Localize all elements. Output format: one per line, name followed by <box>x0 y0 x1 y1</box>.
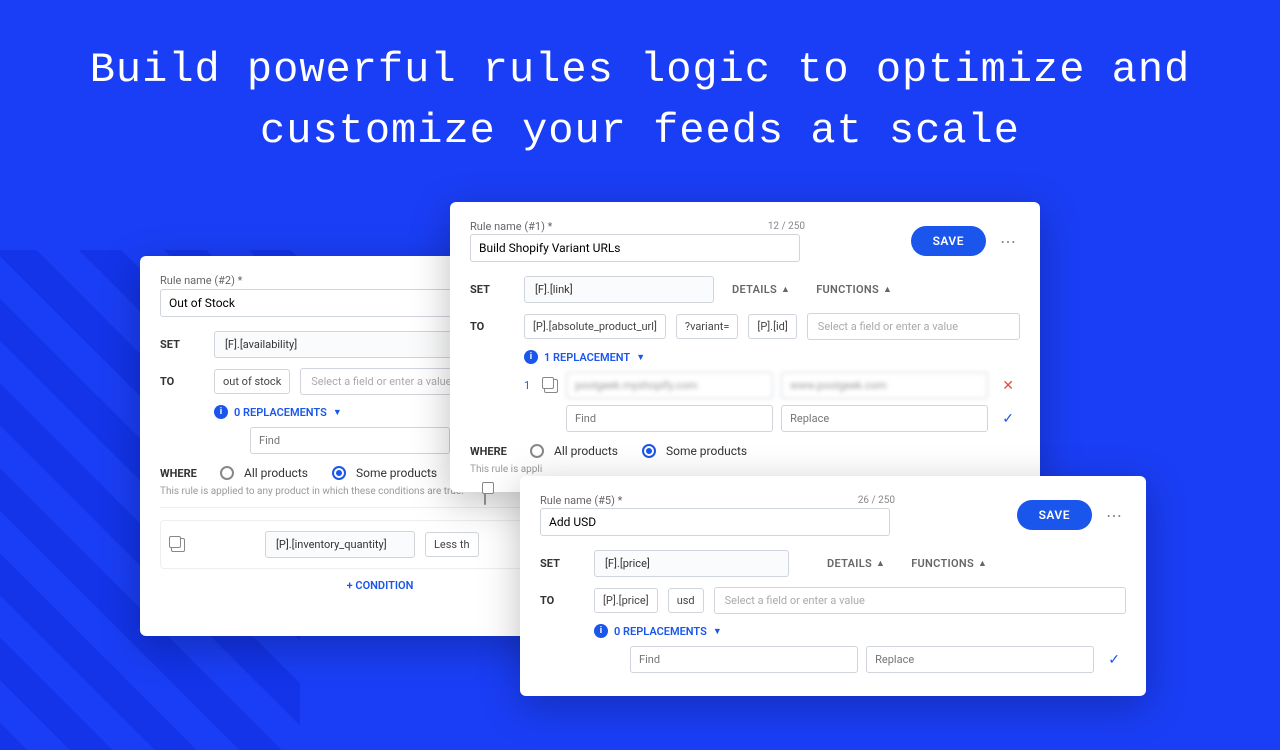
info-icon: i <box>594 624 608 638</box>
copy-icon[interactable] <box>171 538 185 552</box>
replace-value[interactable]: www.poolgeek.com <box>781 372 988 399</box>
chevron-up-icon: ▲ <box>883 284 892 295</box>
where-label: WHERE <box>160 467 214 480</box>
save-button[interactable]: SAVE <box>1017 500 1092 530</box>
radio-some-label[interactable]: Some products <box>666 444 747 458</box>
chevron-up-icon: ▲ <box>978 558 987 569</box>
replace-input[interactable] <box>866 646 1094 673</box>
chevron-up-icon: ▲ <box>781 284 790 295</box>
confirm-icon[interactable]: ✓ <box>1102 650 1126 670</box>
rule-card-1: Rule name (#1) * 12 / 250 SAVE ⋯ SET [F]… <box>450 202 1040 492</box>
copy-icon[interactable] <box>484 484 486 505</box>
replacements-toggle[interactable]: i 1 REPLACEMENT ▼ <box>524 350 1020 364</box>
save-button[interactable]: SAVE <box>911 226 986 256</box>
headline: Build powerful rules logic to optimize a… <box>0 0 1280 182</box>
to-chip[interactable]: [P].[absolute_product_url] <box>524 314 666 339</box>
set-field[interactable]: [F].[link] <box>524 276 714 303</box>
radio-some-products[interactable] <box>332 466 346 480</box>
where-label: WHERE <box>470 445 524 458</box>
to-label: TO <box>540 594 584 607</box>
functions-button[interactable]: FUNCTIONS ▲ <box>808 279 900 300</box>
radio-all-products[interactable] <box>220 466 234 480</box>
to-placeholder-input[interactable]: Select a field or enter a value <box>807 313 1020 340</box>
set-label: SET <box>160 338 204 351</box>
to-chip[interactable]: usd <box>668 588 704 613</box>
details-button[interactable]: DETAILS ▲ <box>724 279 798 300</box>
functions-button[interactable]: FUNCTIONS ▲ <box>903 553 995 574</box>
radio-some-products[interactable] <box>642 444 656 458</box>
to-chip[interactable]: ?variant= <box>676 314 739 339</box>
radio-some-label[interactable]: Some products <box>356 466 437 480</box>
find-input[interactable] <box>630 646 858 673</box>
radio-all-products[interactable] <box>530 444 544 458</box>
to-placeholder-input[interactable]: Select a field or enter a value <box>714 587 1126 614</box>
to-label: TO <box>470 320 514 333</box>
rule-name-input[interactable] <box>470 234 800 262</box>
find-value[interactable]: poolgeek.myshopify.com <box>566 372 773 399</box>
replacements-toggle[interactable]: i 0 REPLACEMENTS ▼ <box>594 624 1126 638</box>
radio-all-label[interactable]: All products <box>554 444 618 458</box>
to-value-chip[interactable]: out of stock <box>214 369 290 394</box>
condition-field[interactable]: [P].[inventory_quantity] <box>265 531 415 558</box>
to-label: TO <box>160 375 204 388</box>
more-menu-icon[interactable]: ⋯ <box>1102 502 1126 529</box>
replacement-index: 1 <box>524 379 536 392</box>
chevron-down-icon: ▼ <box>333 407 342 418</box>
more-menu-icon[interactable]: ⋯ <box>996 228 1020 255</box>
confirm-icon[interactable]: ✓ <box>996 409 1020 429</box>
where-hint: This rule is appli <box>470 464 1020 475</box>
details-button[interactable]: DETAILS ▲ <box>819 553 893 574</box>
set-label: SET <box>470 283 514 296</box>
set-field[interactable]: [F].[price] <box>594 550 789 577</box>
info-icon: i <box>524 350 538 364</box>
info-icon: i <box>214 405 228 419</box>
copy-icon[interactable] <box>544 379 558 393</box>
replace-input[interactable] <box>781 405 988 432</box>
set-label: SET <box>540 557 584 570</box>
to-chip[interactable]: [P].[id] <box>748 314 796 339</box>
rule-name-input[interactable] <box>540 508 890 536</box>
find-input[interactable] <box>250 427 450 454</box>
to-chip[interactable]: [P].[price] <box>594 588 658 613</box>
condition-operator[interactable]: Less th <box>425 532 479 557</box>
chevron-down-icon: ▼ <box>636 352 645 363</box>
delete-icon[interactable]: ✕ <box>996 376 1020 396</box>
chevron-up-icon: ▲ <box>876 558 885 569</box>
radio-all-label[interactable]: All products <box>244 466 308 480</box>
chevron-down-icon: ▼ <box>713 626 722 637</box>
find-input[interactable] <box>566 405 773 432</box>
rule-card-5: Rule name (#5) * 26 / 250 SAVE ⋯ SET [F]… <box>520 476 1146 696</box>
